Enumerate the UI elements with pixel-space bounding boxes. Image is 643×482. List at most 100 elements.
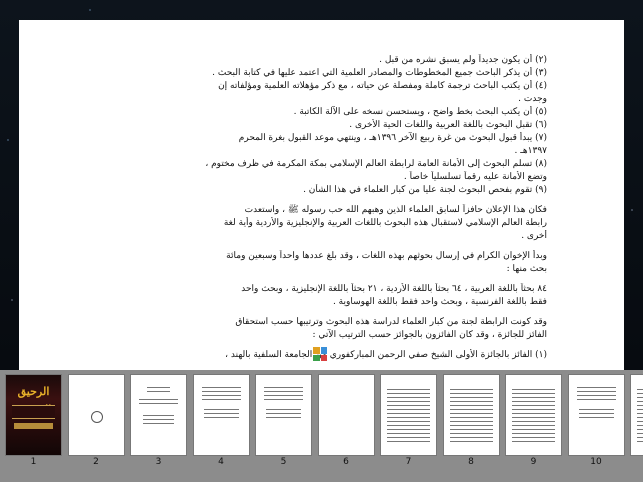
thumbnail-text-line <box>387 405 430 406</box>
page-number-label: 10 <box>590 457 602 467</box>
page-number-label: 8 <box>468 457 474 467</box>
thumbnail-text-line <box>512 437 555 438</box>
page-thumbnail[interactable] <box>130 374 187 456</box>
thumbnail-text-line <box>387 413 430 414</box>
text-line: (٥) أن يكتب البحث بخط واضح ، ويستحسن نسخ… <box>293 107 547 117</box>
app-icon-square <box>313 347 320 354</box>
app-grid-icon[interactable] <box>313 347 327 361</box>
page-thumbnail[interactable] <box>317 374 375 456</box>
thumbnail-text-line <box>637 389 643 390</box>
thumbnail-strip[interactable]: الرحيق المختوم 1 2 3 4 5 6 7 8 9 10 <box>0 370 643 482</box>
thumbnail-text-line <box>143 423 174 424</box>
thumbnail-text-line <box>512 397 555 398</box>
thumbnail-text-line <box>578 409 614 410</box>
thumbnail-text-line <box>512 441 555 442</box>
page-thumbnail[interactable]: الرحيق المختوم <box>5 374 62 456</box>
thumbnail-text-line <box>512 433 555 434</box>
thumbnail-text-line <box>147 387 170 388</box>
thumbnail-text-line <box>512 429 555 430</box>
thumbnail-text-line <box>449 389 493 390</box>
text-line: ٨٤ بحثاً باللغة العربية ، ٦٤ بحثاً باللغ… <box>241 284 547 294</box>
thumbnail-text-line <box>201 387 241 388</box>
page-thumbnail[interactable] <box>567 374 625 456</box>
thumbnail-text-line <box>637 409 643 410</box>
thumbnail-text-line <box>264 395 303 396</box>
thumbnail-text-line <box>512 417 555 418</box>
thumbnail-text-line <box>449 429 493 430</box>
thumbnail-text-line <box>637 429 643 430</box>
thumbnail-text-line <box>143 419 174 420</box>
thumbnail-text-line <box>576 391 616 392</box>
thumbnail-text-line <box>266 417 301 418</box>
text-line: ١٣٩٧هـ . <box>514 146 547 156</box>
thumbnail-text-line <box>512 401 555 402</box>
thumbnail-text-line <box>576 399 616 400</box>
thumbnail-text-line <box>387 421 430 422</box>
thumbnail-text-line <box>449 397 493 398</box>
page-thumbnail[interactable] <box>630 374 643 456</box>
page-thumbnail[interactable] <box>192 374 250 456</box>
page-thumbnail[interactable] <box>505 374 562 456</box>
page-number-label: 2 <box>93 457 99 467</box>
cover-subtitle-band <box>12 405 55 419</box>
app-icon-square <box>320 354 327 361</box>
thumbnail-text-line <box>387 441 430 442</box>
text-line: (٨) تسلم البحوث إلى الأمانة العامة لرابط… <box>205 159 547 169</box>
text-line: فقط باللغة الفرنسية ، وبحث واحد فقط بالل… <box>332 297 547 307</box>
thumbnail-text-line <box>637 405 643 406</box>
thumbnail-text-line <box>203 417 239 418</box>
text-line: وجدت . <box>518 94 547 104</box>
thumbnail-text-line <box>449 405 493 406</box>
thumbnail-text-line <box>512 409 555 410</box>
thumbnail-text-line <box>449 421 493 422</box>
thumbnail-text-line <box>203 413 239 414</box>
thumbnail-text-line <box>449 393 493 394</box>
thumbnail-text-line <box>201 395 241 396</box>
page-thumbnail[interactable] <box>380 374 437 456</box>
page-thumbnail[interactable] <box>442 374 500 456</box>
thumbnail-text-line <box>578 413 614 414</box>
thumbnail-text-line <box>387 429 430 430</box>
text-line: (٦) تقبل البحوث باللغة العربية واللغات ا… <box>349 120 547 130</box>
thumbnail-text-line <box>139 403 178 404</box>
thumbnail-text-line <box>637 425 643 426</box>
thumbnail-text-line <box>512 421 555 422</box>
thumbnail-text-line <box>512 393 555 394</box>
thumbnail-text-line <box>637 433 643 434</box>
document-page[interactable]: (٢) أن يكون جديداً ولم يسبق نشره من قبل … <box>19 20 624 370</box>
page-number-label: 3 <box>155 457 162 467</box>
text-line: أخرى . <box>521 231 547 241</box>
thumbnail-text-line <box>578 417 614 418</box>
thumbnail-text-line <box>266 409 301 410</box>
thumbnail-text-line <box>387 393 430 394</box>
page-number-label: 6 <box>343 457 349 467</box>
page-number-label: 5 <box>280 457 287 467</box>
cover-title: الرحيق المختوم <box>16 385 52 416</box>
thumbnail-text-line <box>449 413 493 414</box>
thumbnail-text-line <box>387 409 430 410</box>
page-thumbnail[interactable] <box>67 374 125 456</box>
thumbnail-text-line <box>637 393 643 394</box>
thumbnail-text-line <box>576 395 616 396</box>
thumbnail-text-line <box>637 401 643 402</box>
text-line: (٧) يبدأ قبول البحوث من غرة ربيع الآخر ١… <box>238 133 547 143</box>
thumbnail-text-line <box>449 425 493 426</box>
page-thumbnail[interactable] <box>255 374 312 456</box>
thumbnail-text-line <box>387 437 430 438</box>
thumbnail-text-line <box>576 387 616 388</box>
text-line: وبدأ الإخوان الكرام في إرسال بحوثهم بهذه… <box>226 251 547 261</box>
thumbnail-text-line <box>449 441 493 442</box>
thumbnail-text-line <box>512 389 555 390</box>
thumbnail-text-line <box>449 417 493 418</box>
thumbnail-text-line <box>637 417 643 418</box>
page-text: (٢) أن يكون جديداً ولم يسبق نشره من قبل … <box>85 54 547 362</box>
thumbnail-text-line <box>387 417 430 418</box>
text-line: وقد كونت الرابطة لجنة من كبار العلماء لد… <box>235 317 547 327</box>
thumbnail-text-line <box>387 433 430 434</box>
app-icon-square <box>313 354 320 361</box>
thumbnail-text-line <box>264 387 303 388</box>
